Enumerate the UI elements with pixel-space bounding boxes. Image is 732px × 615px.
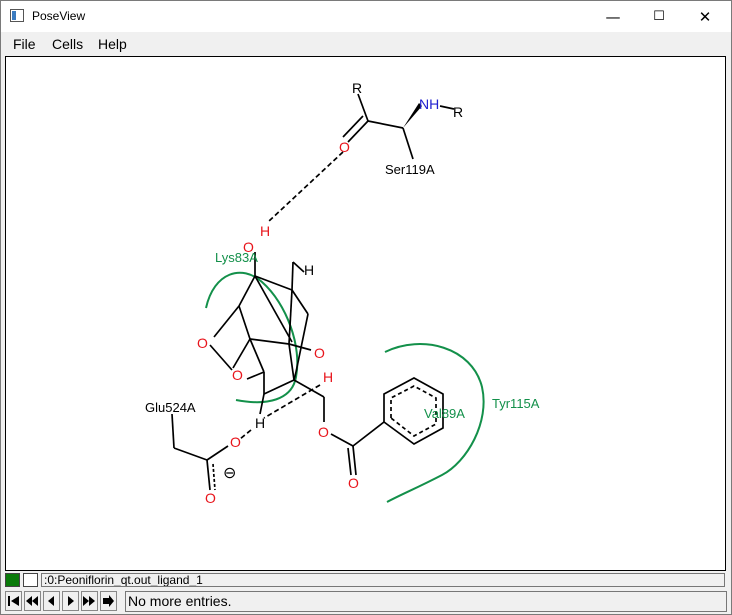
status-row: :0:Peoniflorin_qt.out_ligand_1 xyxy=(5,572,727,589)
previous-button[interactable] xyxy=(43,591,60,611)
residue-lys83a: Lys83A xyxy=(215,250,258,265)
bonds xyxy=(171,93,455,491)
interaction-diagram: R NH R O H O H O O O H H O O O O ⊖ Ser11… xyxy=(145,80,540,506)
atom-o-ester-carbonyl: O xyxy=(348,475,359,491)
title-bar[interactable]: PoseView ☐ — ✕ xyxy=(1,1,731,32)
app-icon xyxy=(10,9,24,22)
close-icon: ✕ xyxy=(698,7,712,26)
atom-o-hydroxyl-mid: O xyxy=(314,345,325,361)
last-button[interactable] xyxy=(100,591,117,611)
entry-label: :0:Peoniflorin_qt.out_ligand_1 xyxy=(41,573,725,587)
maximize-icon: ☐ xyxy=(653,9,665,24)
first-icon xyxy=(8,596,19,606)
previous-page-button[interactable] xyxy=(24,591,41,611)
status-indicator-empty xyxy=(23,573,38,587)
first-button[interactable] xyxy=(5,591,22,611)
val-tyr-hydrophobic-arc xyxy=(384,343,485,503)
next-page-icon xyxy=(83,596,95,606)
atom-o-ring-bottom: O xyxy=(232,367,243,383)
residue-val89a: Val89A xyxy=(424,406,465,421)
atom-h-hydroxyl-mid: H xyxy=(323,369,333,385)
residue-tyr115a: Tyr115A xyxy=(492,396,540,411)
negative-charge-icon: ⊖ xyxy=(223,465,236,482)
atom-h-bridge: H xyxy=(304,262,314,278)
previous-page-icon xyxy=(26,596,38,606)
atom-o-ester: O xyxy=(318,424,329,440)
menu-bar: File Cells Help xyxy=(5,32,727,56)
menu-file[interactable]: File xyxy=(13,36,36,52)
atom-nh: NH xyxy=(419,96,439,112)
atom-o-ring-left: O xyxy=(197,335,208,351)
status-message: No more entries. xyxy=(125,591,727,612)
residue-ser119a: Ser119A xyxy=(385,162,435,177)
atom-h-lower: H xyxy=(255,415,265,431)
poseview-window: PoseView ☐ — ✕ File Cells Help R NH R O … xyxy=(0,0,732,615)
atom-o-carboxylate: O xyxy=(230,434,241,450)
close-button[interactable]: ✕ xyxy=(682,1,728,32)
atom-h-hydroxyl-top: H xyxy=(260,223,270,239)
next-page-button[interactable] xyxy=(81,591,98,611)
atom-o-carboxylate-2: O xyxy=(205,490,216,506)
maximize-button[interactable]: ☐ xyxy=(636,1,682,32)
status-indicator-active xyxy=(5,573,20,587)
minimize-icon: — xyxy=(605,7,621,26)
pose-diagram-canvas[interactable]: R NH R O H O H O O O H H O O O O ⊖ Ser11… xyxy=(5,56,726,571)
next-button[interactable] xyxy=(62,591,79,611)
atom-r-top: R xyxy=(352,80,362,96)
minimize-button[interactable]: — xyxy=(590,1,636,32)
last-icon xyxy=(103,595,114,607)
residue-glu524a: Glu524A xyxy=(145,400,196,415)
next-icon xyxy=(68,596,74,606)
atom-o-carbonyl: O xyxy=(339,139,350,155)
menu-help[interactable]: Help xyxy=(98,36,127,52)
navigation-row: No more entries. xyxy=(5,590,727,613)
atom-labels: R NH R O H O H O O O H H O O O O ⊖ xyxy=(197,80,463,506)
lys-hydrophobic-arc xyxy=(205,271,299,404)
hydrophobic-contacts xyxy=(205,271,485,503)
window-title: PoseView xyxy=(32,9,86,23)
previous-icon xyxy=(48,596,54,606)
menu-cells[interactable]: Cells xyxy=(52,36,83,52)
atom-r-right: R xyxy=(453,104,463,120)
